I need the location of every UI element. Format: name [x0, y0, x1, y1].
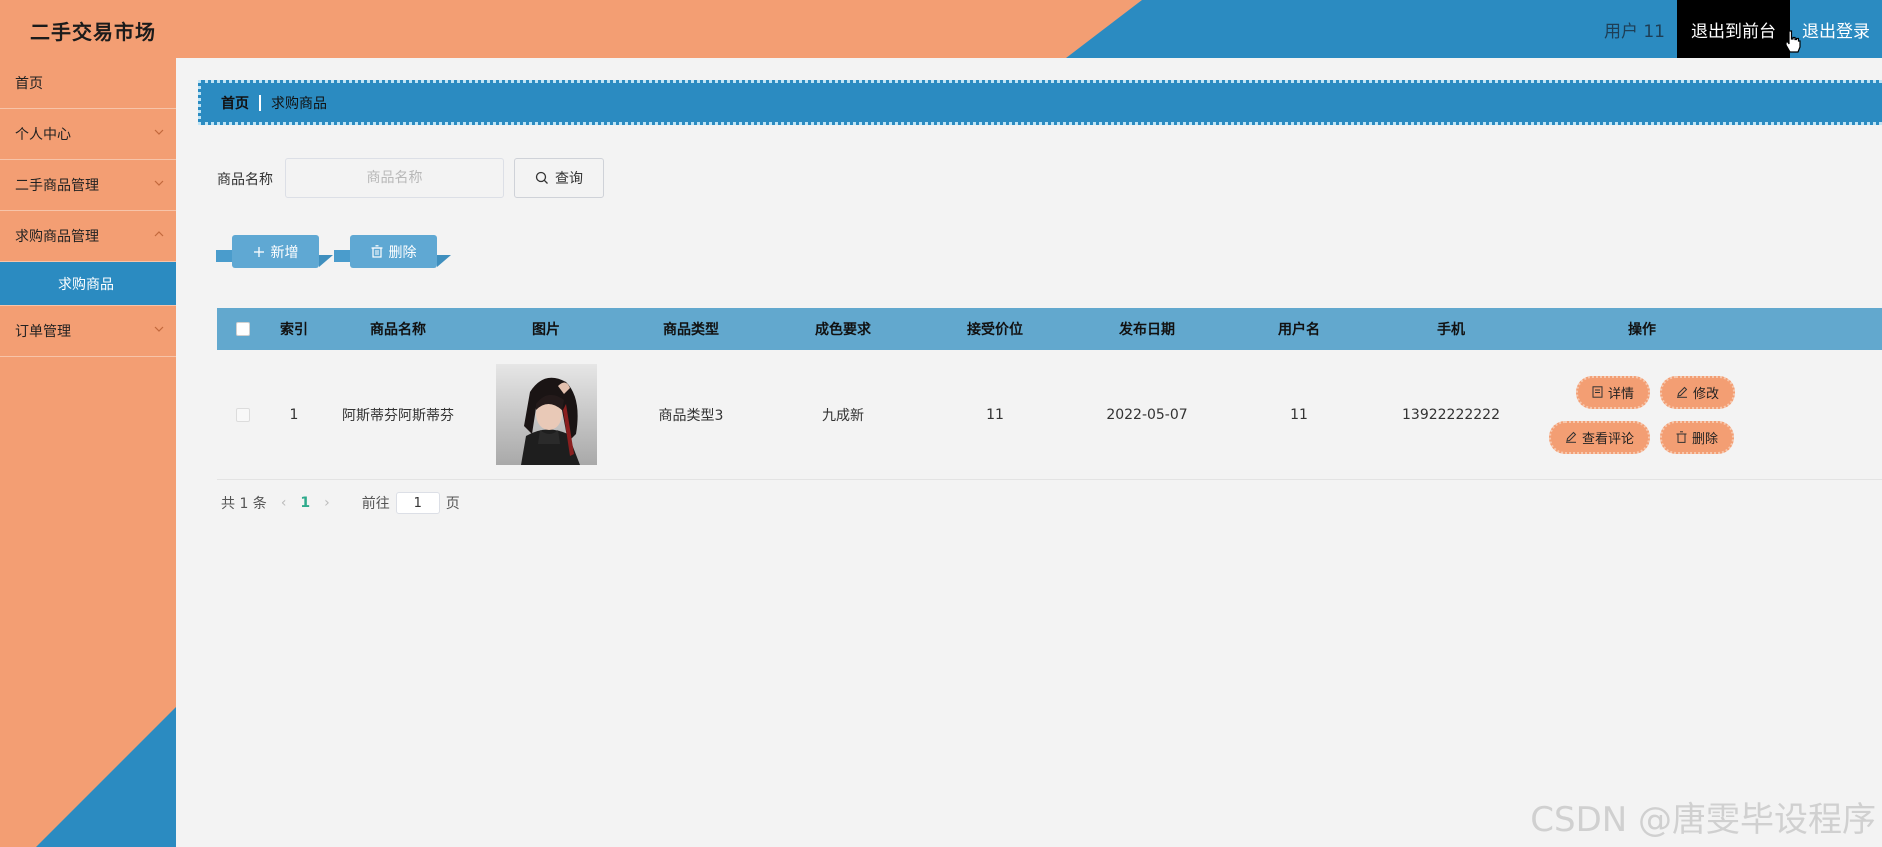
sidebar-item-orders[interactable]: 订单管理 [0, 306, 176, 357]
row-username: 11 [1290, 406, 1308, 423]
breadcrumb-home[interactable]: 首页 [221, 93, 249, 113]
query-button[interactable]: 查询 [514, 158, 604, 198]
top-bar: 二手交易市场 用户 11 退出到前台 退出登录 [0, 0, 1882, 58]
view-comments-button[interactable]: 查看评论 [1548, 420, 1650, 454]
current-user-label: 用户 11 [1603, 21, 1665, 42]
page-jump-input[interactable] [395, 492, 440, 514]
column-header: 发布日期 [1119, 322, 1175, 338]
column-header: 图片 [532, 322, 560, 338]
row-actions: 详情 修改 查看评论 删除 [1527, 375, 1757, 454]
batch-delete-button[interactable]: 删除 [350, 235, 437, 268]
breadcrumb-separator [259, 94, 261, 111]
delete-button-label: 删除 [388, 244, 417, 261]
row-phone: 13922222222 [1402, 406, 1500, 423]
add-button[interactable]: 新增 [232, 235, 319, 268]
table-row: 1 阿斯蒂芬阿斯蒂芬 商品类型3 九成新 11 2022-05-07 11 13… [217, 350, 1882, 480]
row-index: 1 [289, 406, 299, 423]
pagination: 共 1 条 ‹ 1 › 前往 页 [221, 492, 460, 514]
search-label: 商品名称 [217, 172, 273, 188]
prev-page-icon[interactable]: ‹ [281, 495, 287, 511]
pagination-goto-label: 前往 [361, 496, 390, 512]
pagination-current-page[interactable]: 1 [300, 495, 310, 511]
column-header: 操作 [1628, 322, 1656, 338]
breadcrumb: 首页 求购商品 [198, 80, 1882, 125]
select-all-cell [217, 322, 269, 336]
column-header: 商品类型 [663, 322, 719, 338]
watermark: CSDN @唐雯毕设程序 [1530, 800, 1876, 840]
ribbon-tail [437, 255, 451, 267]
query-button-label: 查询 [555, 171, 583, 187]
delete-button-wrapper: 删除 [334, 235, 451, 271]
column-header: 成色要求 [815, 322, 871, 338]
add-button-wrapper: 新增 [216, 235, 333, 271]
chevron-down-icon [154, 326, 164, 332]
chevron-up-icon [154, 231, 164, 237]
pagination-total: 共 1 条 [221, 496, 267, 512]
top-right-nav: 用户 11 退出到前台 退出登录 [1592, 0, 1882, 58]
document-icon [1592, 386, 1603, 398]
next-page-icon[interactable]: › [324, 495, 330, 511]
row-price: 11 [986, 406, 1004, 423]
view-comments-button-label: 查看评论 [1581, 431, 1634, 447]
ribbon-tail [334, 250, 350, 262]
detail-button[interactable]: 详情 [1575, 375, 1650, 409]
sidebar-item-label: 求购商品管理 [15, 229, 99, 245]
row-delete-button-label: 删除 [1692, 431, 1719, 447]
sidebar-item-label: 首页 [15, 76, 43, 92]
column-header: 商品名称 [370, 322, 426, 338]
ribbon-tail [216, 250, 232, 262]
logout-button[interactable]: 退出登录 [1790, 0, 1882, 58]
goods-thumbnail-image[interactable] [495, 364, 597, 465]
row-select-cell [217, 407, 269, 422]
trash-icon [1676, 431, 1687, 443]
hand-cursor-icon [1785, 30, 1801, 53]
edit-button-label: 修改 [1693, 386, 1720, 402]
row-delete-button[interactable]: 删除 [1660, 420, 1735, 454]
edit-icon [1677, 386, 1688, 398]
sidebar-item-home[interactable]: 首页 [0, 58, 176, 109]
ribbon-tail [319, 255, 333, 267]
table-header: 索引 商品名称 图片 商品类型 成色要求 接受价位 发布日期 用户名 手机 操作 [217, 308, 1882, 350]
row-goods-name: 阿斯蒂芬阿斯蒂芬 [342, 407, 454, 424]
column-header: 手机 [1437, 322, 1465, 338]
sidebar-subitem-wanted-goods[interactable]: 求购商品 [0, 262, 176, 306]
row-checkbox[interactable] [236, 407, 250, 422]
row-goods-type: 商品类型3 [658, 407, 724, 424]
sidebar-corner-decoration [36, 707, 176, 847]
trash-icon [371, 245, 382, 258]
row-action-buttons: 详情 修改 查看评论 删除 [1527, 375, 1757, 454]
breadcrumb-current: 求购商品 [271, 95, 327, 112]
app-title: 二手交易市场 [30, 20, 156, 44]
sidebar-item-label: 二手商品管理 [15, 178, 99, 194]
pagination-page-suffix: 页 [445, 496, 460, 512]
sidebar-item-wanted-goods[interactable]: 求购商品管理 [0, 211, 176, 262]
sidebar-item-secondhand-goods[interactable]: 二手商品管理 [0, 160, 176, 211]
sidebar-item-label: 个人中心 [15, 127, 71, 143]
sidebar: 首页 个人中心 二手商品管理 求购商品管理 求购商品 订单管理 [0, 58, 176, 847]
plus-icon [253, 246, 264, 257]
column-header: 用户名 [1278, 322, 1320, 338]
data-table: 索引 商品名称 图片 商品类型 成色要求 接受价位 发布日期 用户名 手机 操作… [217, 308, 1882, 480]
row-date: 2022-05-07 [1106, 406, 1188, 423]
column-header: 接受价位 [967, 322, 1023, 338]
row-condition: 九成新 [822, 407, 864, 424]
back-to-front-button[interactable]: 退出到前台 [1677, 0, 1790, 58]
sidebar-item-personal-center[interactable]: 个人中心 [0, 109, 176, 160]
column-header: 索引 [280, 322, 308, 338]
edit-button[interactable]: 修改 [1660, 375, 1736, 409]
search-icon [535, 171, 548, 184]
chevron-down-icon [154, 129, 164, 135]
add-button-label: 新增 [270, 244, 299, 261]
row-image-cell [477, 364, 615, 465]
detail-button-label: 详情 [1607, 386, 1634, 402]
search-input[interactable] [285, 158, 504, 198]
chevron-down-icon [154, 180, 164, 186]
sidebar-item-label: 订单管理 [15, 324, 71, 340]
edit-icon [1565, 431, 1577, 443]
select-all-checkbox[interactable] [236, 322, 250, 336]
